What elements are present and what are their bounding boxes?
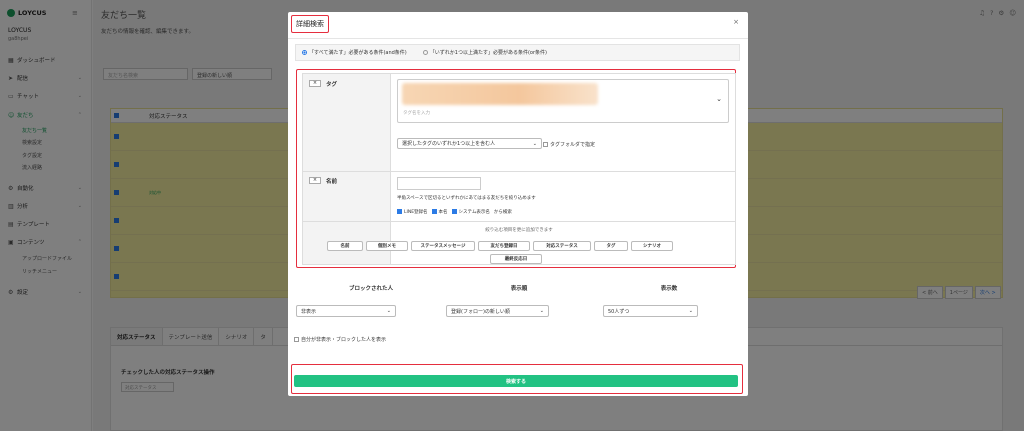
name-label: 名前 (326, 179, 338, 185)
add-condition-buttons: 名前 個別メモ ステータスメッセージ 友だち登録日 対応ステータス タグ シナリ… (327, 241, 673, 251)
tag-select-box[interactable]: タグ名を入力 ⌄ (397, 79, 729, 123)
advanced-search-modal: 詳細検索 × 「すべて満たす」必要がある条件(and条件) 「いずれか1つ以上満… (288, 12, 748, 396)
remove-tag-condition-button[interactable]: × (309, 80, 321, 87)
add-memo-button[interactable]: 個別メモ (366, 241, 408, 251)
add-status-button[interactable]: 対応ステータス (533, 241, 591, 251)
tag-input-placeholder: タグ名を入力 (403, 111, 430, 116)
count-label: 表示数 (660, 286, 678, 292)
chevron-down-icon: ⌄ (532, 140, 537, 147)
selected-tags-blurred (402, 83, 598, 105)
condition-mode-radios: 「すべて満たす」必要がある条件(and条件) 「いずれか1つ以上満たす」必要があ… (295, 44, 740, 61)
radio-icon (302, 50, 307, 55)
order-select[interactable]: 登録(フォロー)の新しい順 ⌄ (446, 305, 549, 317)
checkbox-icon (397, 209, 402, 214)
add-register-date-button[interactable]: 友だち登録日 (478, 241, 530, 251)
tag-folder-option[interactable]: タグフォルダで指定 (543, 141, 595, 148)
name-input[interactable] (397, 177, 481, 190)
row-divider (303, 171, 735, 172)
name-hint: 半角スペースで区切るといずれかにあてはまる友だちを絞り込めます (397, 196, 536, 201)
row-divider (303, 221, 735, 222)
tag-folder-checkbox[interactable] (543, 142, 548, 147)
remove-name-condition-button[interactable]: × (309, 177, 321, 184)
order-label: 表示順 (510, 286, 528, 292)
check-real-name[interactable]: 本名 (431, 209, 448, 215)
add-name-button[interactable]: 名前 (327, 241, 363, 251)
search-button[interactable]: 検索する (294, 375, 738, 387)
modal-divider (288, 38, 748, 39)
close-icon[interactable]: × (733, 18, 739, 26)
chevron-down-icon: ⌄ (386, 308, 391, 314)
blocked-select[interactable]: 非表示 ⌄ (296, 305, 396, 317)
add-last-reaction-button[interactable]: 最終反応日 (490, 254, 542, 264)
add-tag-button[interactable]: タグ (594, 241, 628, 251)
checkbox-icon (451, 209, 457, 214)
count-select[interactable]: 50人ずつ ⌄ (603, 305, 698, 317)
tag-condition-select[interactable]: 選択したタグのいずれか1つ以上を含む人 ⌄ (397, 138, 542, 149)
check-system-name[interactable]: システム表示名 (451, 209, 490, 215)
condition-label-column (303, 74, 391, 264)
blocked-label: ブロックされた人 (348, 286, 393, 292)
checkbox-icon (431, 209, 437, 214)
add-condition-hint: 絞り込む項目を更に追加できます (485, 228, 553, 233)
radio-icon (422, 50, 428, 55)
tag-label: タグ (326, 82, 338, 88)
name-source-suffix: から検索 (493, 210, 512, 215)
radio-and[interactable]: 「すべて満たす」必要がある条件(and条件) (302, 49, 407, 56)
add-condition-buttons-row2: 最終反応日 (490, 254, 542, 264)
self-hidden-checkbox[interactable] (294, 337, 299, 342)
chevron-down-icon: ⌄ (716, 95, 722, 103)
condition-grid: × タグ タグ名を入力 ⌄ 選択したタグのいずれか1つ以上を含む人 ⌄ タグフォル… (302, 73, 736, 265)
add-status-message-button[interactable]: ステータスメッセージ (411, 241, 475, 251)
radio-or[interactable]: 「いずれか1つ以上満たす」必要がある条件(or条件) (422, 49, 547, 56)
modal-title: 詳細検索 (291, 15, 329, 33)
name-source-options: LINE登録名 本名 システム表示名 から検索 (397, 209, 512, 215)
self-hidden-option[interactable]: 自分が非表示・ブロックした人を表示 (294, 336, 386, 343)
chevron-down-icon: ⌄ (688, 308, 693, 314)
add-scenario-button[interactable]: シナリオ (631, 241, 673, 251)
chevron-down-icon: ⌄ (539, 308, 544, 314)
check-line-name[interactable]: LINE登録名 (397, 209, 428, 215)
